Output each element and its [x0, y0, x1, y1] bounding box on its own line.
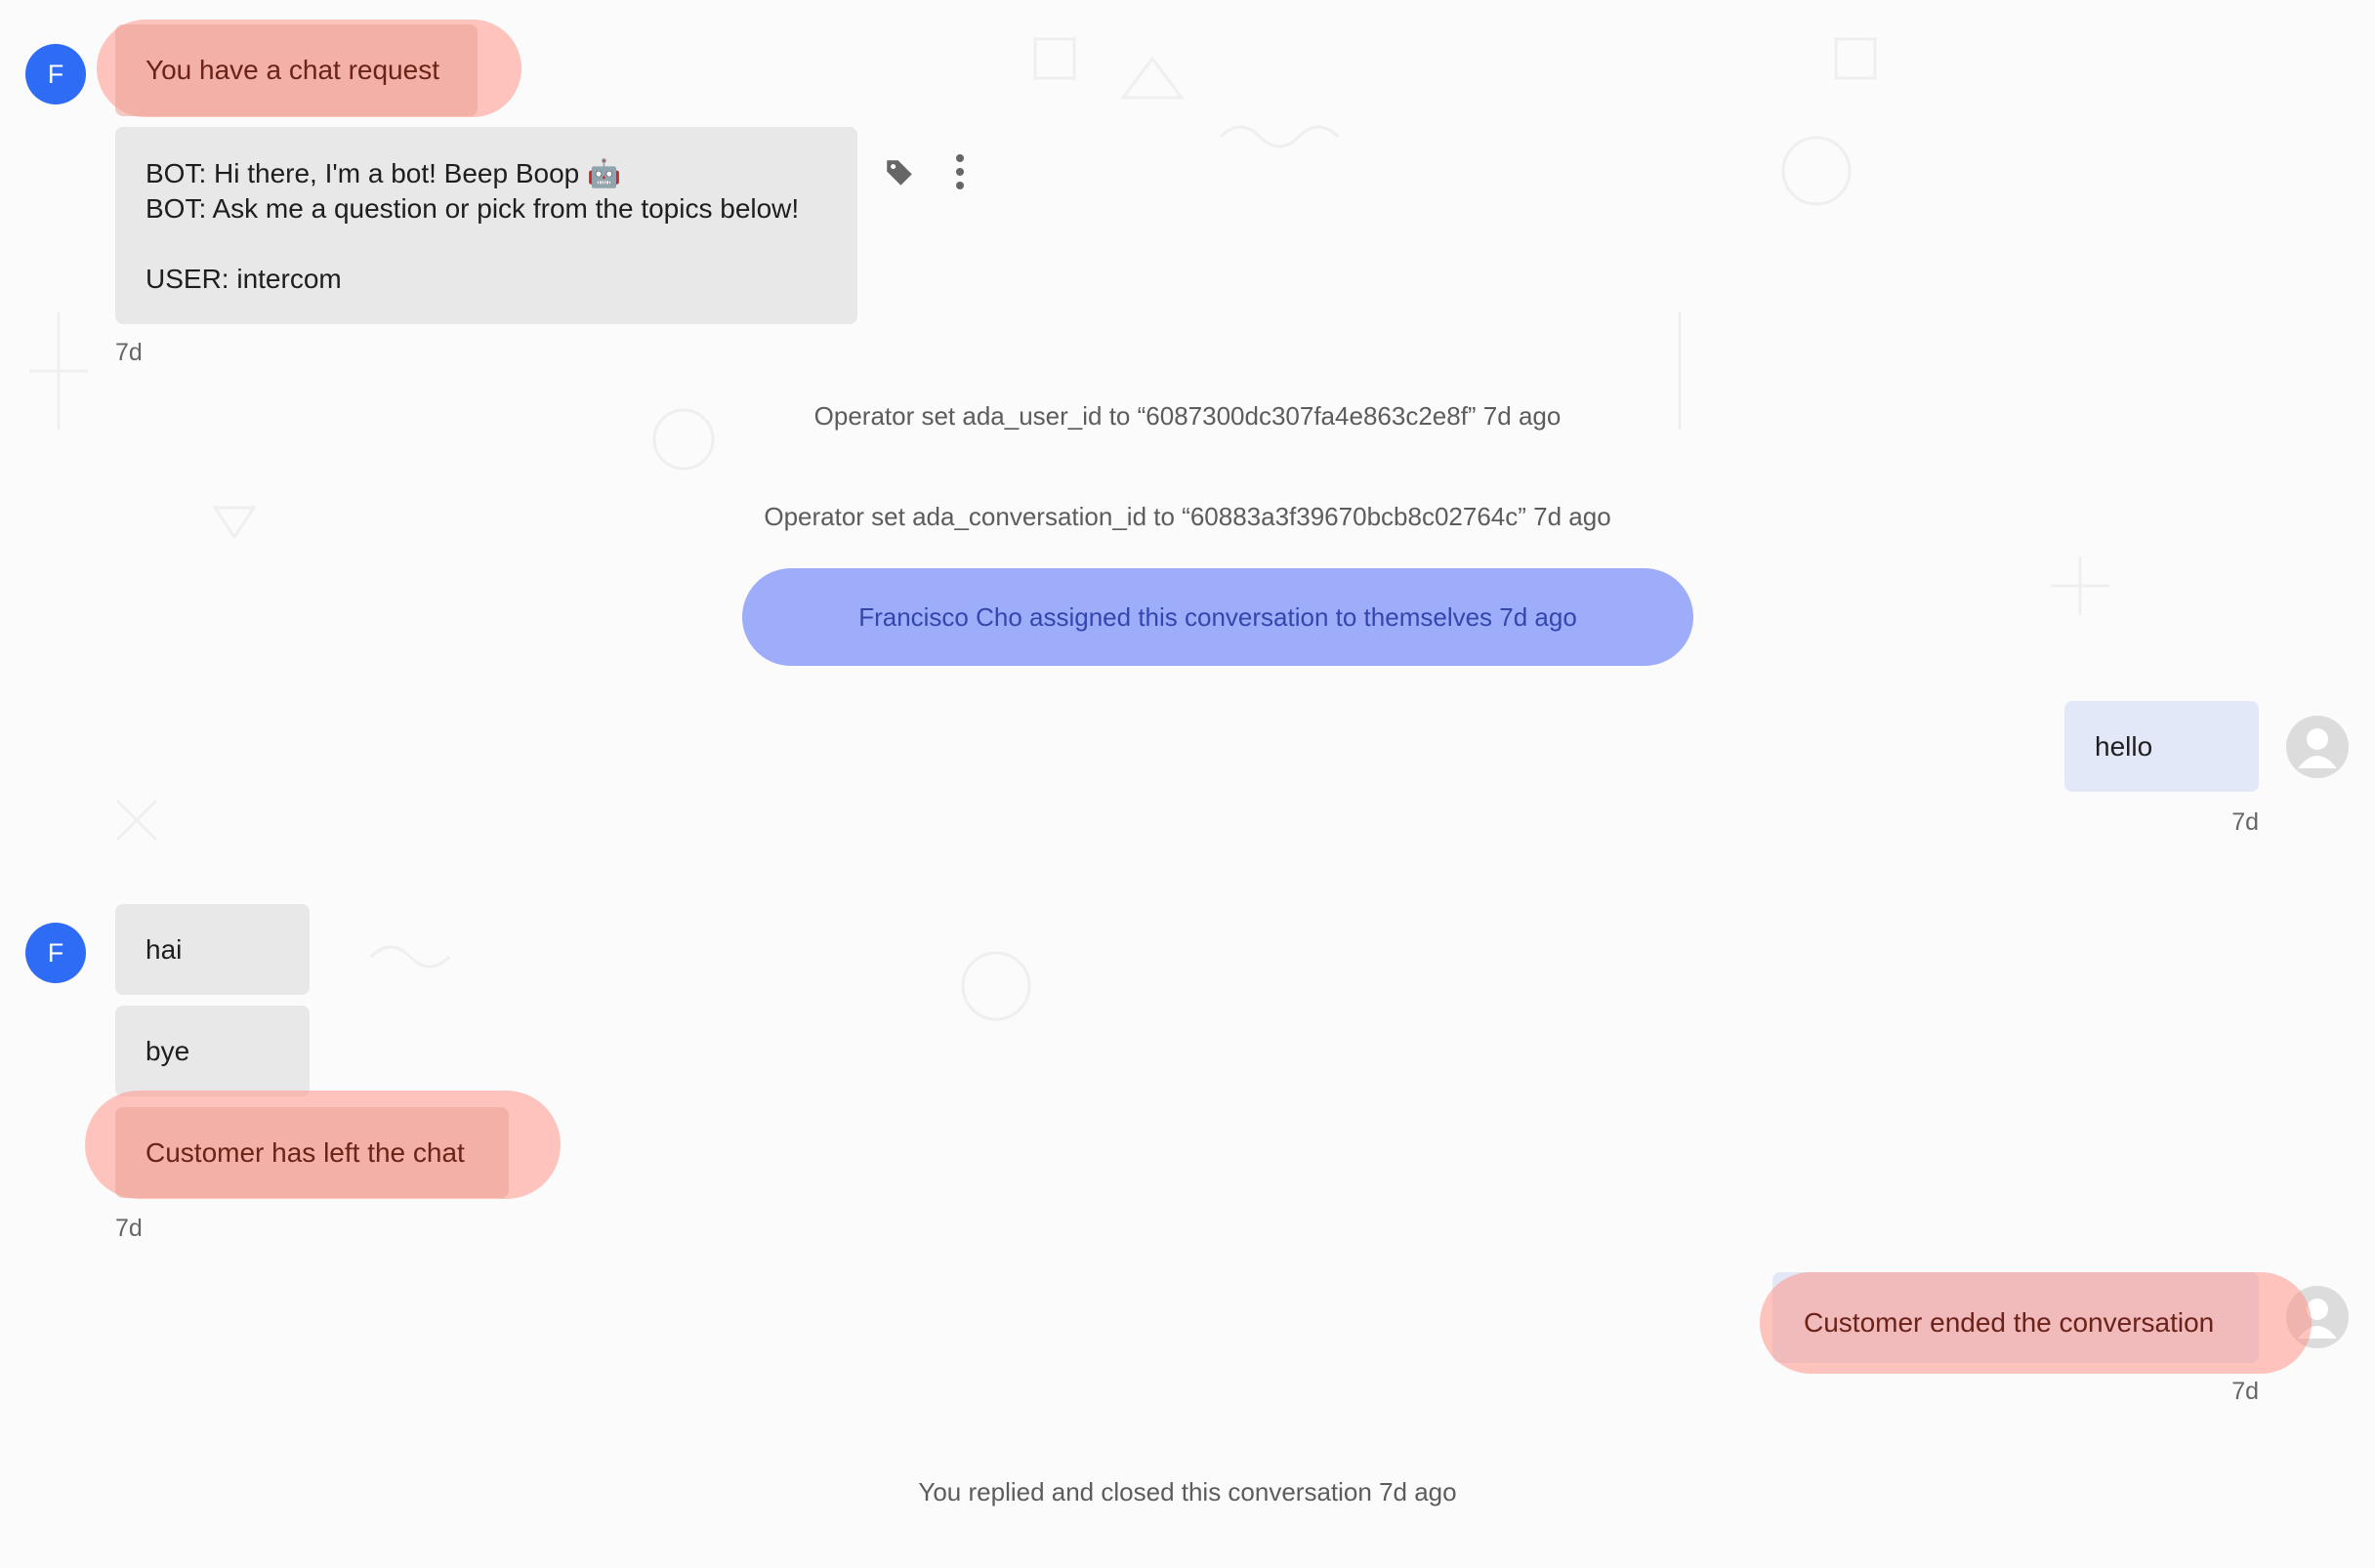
- user-message: hello: [2064, 701, 2259, 792]
- tag-icon[interactable]: [883, 156, 916, 189]
- more-vertical-icon[interactable]: [951, 152, 969, 191]
- bot-transcript-message: BOT: Hi there, I'm a bot! Beep Boop 🤖 BO…: [115, 127, 857, 324]
- customer-message: bye: [115, 1006, 310, 1096]
- chat-request-message: You have a chat request: [115, 24, 478, 116]
- transcript-line: USER: intercom: [146, 264, 342, 294]
- transcript-line: BOT: Ask me a question or pick from the …: [146, 193, 800, 224]
- event-attribute-set: Operator set ada_user_id to “6087300dc30…: [813, 401, 1562, 431]
- timestamp: 7d: [2231, 808, 2259, 836]
- event-closed: You replied and closed this conversation…: [918, 1477, 1457, 1506]
- transcript-line: BOT: Hi there, I'm a bot! Beep Boop 🤖: [146, 158, 621, 188]
- event-assigned: Francisco Cho assigned this conversation…: [742, 568, 1693, 666]
- timestamp: 7d: [115, 339, 143, 366]
- customer-left-message: Customer has left the chat: [115, 1107, 509, 1198]
- customer-message: hai: [115, 904, 310, 995]
- event-attribute-set: Operator set ada_conversation_id to “608…: [764, 502, 1611, 531]
- avatar: F: [25, 44, 86, 104]
- timestamp: 7d: [2231, 1378, 2259, 1405]
- timestamp: 7d: [115, 1215, 143, 1242]
- avatar: F: [25, 923, 86, 983]
- customer-ended-message: Customer ended the conversation: [1760, 1272, 2312, 1374]
- user-avatar: [2286, 716, 2349, 778]
